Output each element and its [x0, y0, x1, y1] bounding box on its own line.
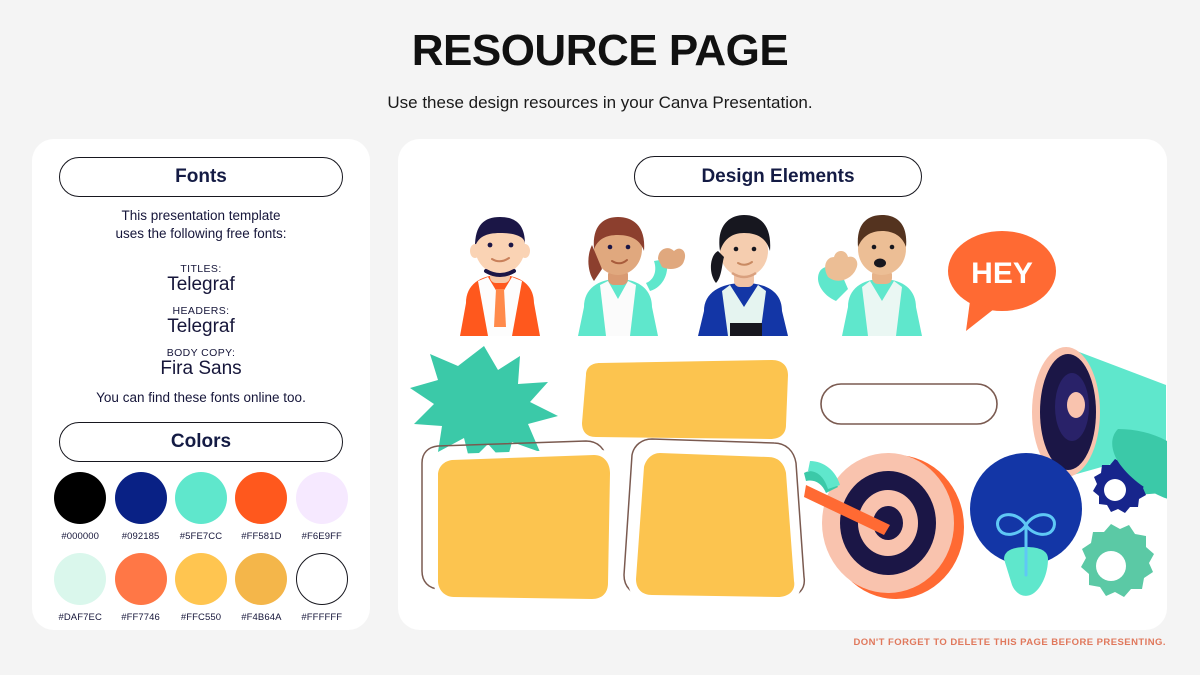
- font-entry-name: Fira Sans: [160, 358, 242, 379]
- design-elements-artboard: HEY: [398, 139, 1167, 630]
- color-swatch-hex-label: #FF581D: [241, 531, 282, 542]
- fonts-intro: This presentation template uses the foll…: [32, 207, 370, 243]
- fonts-heading-label: Fonts: [175, 166, 227, 187]
- fonts-intro-line2: uses the following free fonts:: [115, 226, 287, 242]
- design-elements-heading-label: Design Elements: [701, 165, 855, 187]
- color-swatch-hex-label: #F4B64A: [241, 612, 282, 623]
- font-entry-headers: HEADERS: Telegraf: [32, 305, 370, 338]
- character-blue-cardigan-icon: [698, 215, 788, 336]
- color-swatch[interactable]: #5FE7CC: [171, 472, 231, 542]
- font-entry-name: Telegraf: [167, 274, 235, 295]
- page-subtitle: Use these design resources in your Canva…: [387, 93, 813, 112]
- pill-outline-icon: [820, 383, 998, 425]
- font-entry-body-copy: BODY COPY: Fira Sans: [32, 347, 370, 380]
- color-swatch-dot: [235, 553, 288, 605]
- color-swatch-hex-label: #FF7746: [121, 612, 160, 623]
- color-swatch-hex-label: #DAF7EC: [58, 612, 102, 623]
- color-swatch[interactable]: #F4B64A: [231, 553, 291, 623]
- color-swatch-grid: #000000 #092185 #5FE7CC #FF581D #F6E9FF #DAF7…: [50, 472, 352, 623]
- color-swatch[interactable]: #FFC550: [171, 553, 231, 623]
- fonts-outro: You can find these fonts online too.: [96, 390, 306, 405]
- color-swatch[interactable]: #FF7746: [110, 553, 170, 623]
- color-swatch-hex-label: #F6E9FF: [301, 531, 342, 542]
- color-swatch[interactable]: #FF581D: [231, 472, 291, 542]
- speech-bubble-hey-icon: HEY: [948, 231, 1056, 331]
- fonts-intro-line1: This presentation template: [121, 208, 281, 223]
- character-mint-shirt-gesturing-icon: [817, 215, 922, 336]
- font-entry-name: Telegraf: [167, 316, 235, 337]
- colors-heading-label: Colors: [170, 431, 232, 452]
- color-swatch-hex-label: #FFFFFF: [301, 612, 343, 623]
- font-entry-titles: TITLES: Telegraf: [32, 263, 370, 296]
- fonts-and-colors-card: Fonts This presentation template uses th…: [32, 139, 370, 630]
- fonts-heading-pill: Fonts: [59, 157, 343, 197]
- character-orange-jacket-icon: [460, 217, 540, 336]
- color-swatch-dot: [174, 472, 227, 524]
- colors-heading-pill: Colors: [59, 422, 343, 462]
- color-swatch-hex-label: #FFC550: [180, 612, 222, 623]
- color-swatch[interactable]: #F6E9FF: [292, 472, 352, 542]
- color-swatch[interactable]: #092185: [110, 472, 170, 542]
- slide: RESOURCE PAGE Use these design resources…: [0, 0, 1200, 675]
- color-swatch-dot: [174, 553, 227, 605]
- mint-blob-corner-icon: [1112, 429, 1167, 499]
- gear-mint-icon: [1081, 524, 1154, 597]
- delete-page-warning: DON'T FORGET TO DELETE THIS PAGE BEFORE …: [853, 637, 1166, 648]
- color-swatch-dot: [235, 472, 288, 524]
- page-title: RESOURCE PAGE: [411, 26, 789, 75]
- color-swatch-hex-label: #000000: [61, 531, 100, 542]
- target-with-arrow-icon: [804, 453, 964, 599]
- design-elements-card: HEY Design Elements: [398, 139, 1167, 630]
- color-swatch-dot: [54, 472, 107, 524]
- design-elements-heading-pill: Design Elements: [634, 156, 922, 197]
- card-yellow-right-icon: [623, 438, 806, 603]
- color-swatch-hex-label: #5FE7CC: [179, 531, 223, 542]
- color-swatch-dot: [114, 553, 167, 605]
- color-swatch[interactable]: #FFFFFF: [292, 553, 352, 623]
- color-swatch-dot: [114, 472, 167, 524]
- speech-bubble-label: HEY: [971, 257, 1033, 290]
- color-swatch-dot: [54, 553, 107, 605]
- color-swatch[interactable]: #DAF7EC: [50, 553, 110, 623]
- color-swatch[interactable]: #000000: [50, 472, 110, 542]
- color-swatch-dot: [295, 553, 348, 605]
- color-swatch-hex-label: #092185: [121, 531, 160, 542]
- character-mint-jacket-waving-icon: [578, 217, 686, 336]
- card-yellow-left-icon: [421, 440, 616, 603]
- color-swatch-dot: [295, 472, 348, 524]
